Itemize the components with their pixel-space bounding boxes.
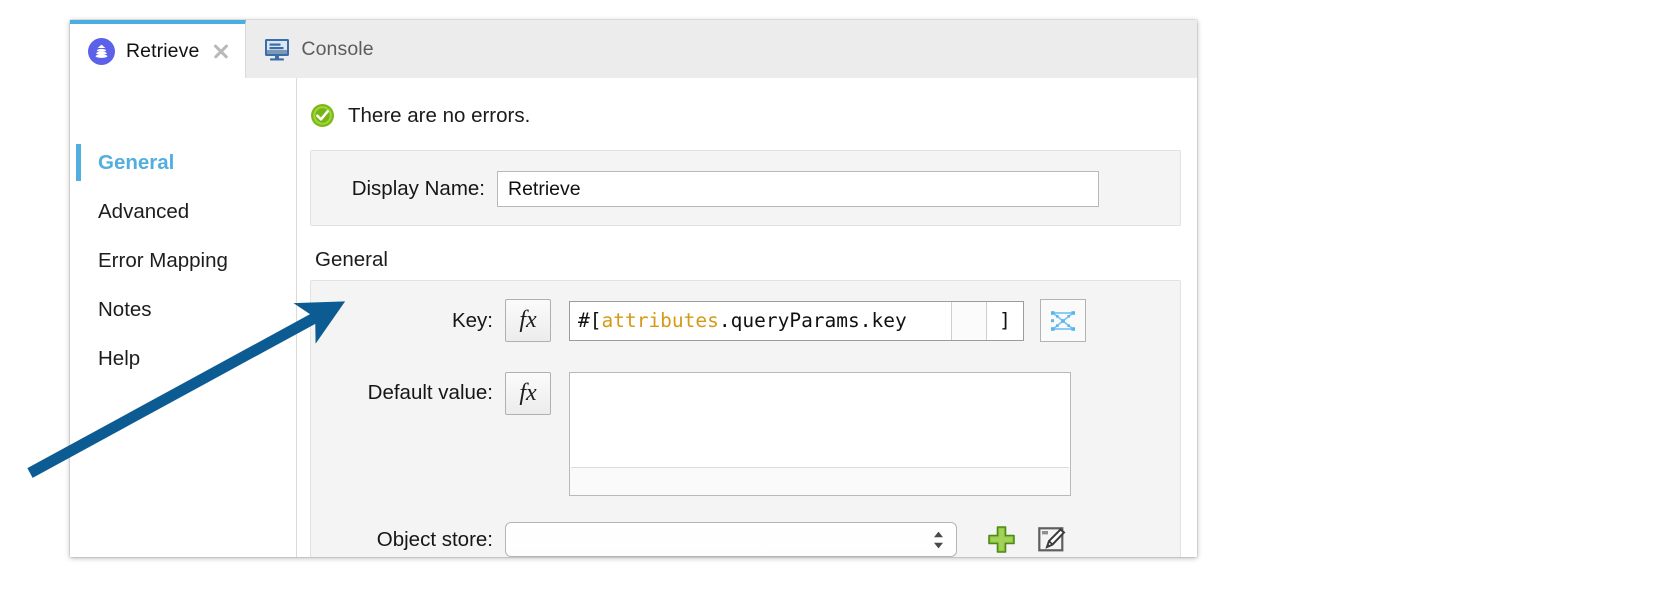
check-circle-icon [311, 104, 334, 127]
expr-suffix: ] [986, 301, 1023, 340]
edit-icon[interactable] [1038, 526, 1066, 553]
status-message: There are no errors. [310, 103, 1197, 128]
default-value-fx-button[interactable]: fx [505, 372, 551, 415]
display-name-value: Retrieve [508, 177, 581, 200]
tab-retrieve-label: Retrieve [126, 39, 200, 62]
tab-retrieve[interactable]: Retrieve [70, 20, 247, 78]
object-store-row: Object store: [311, 522, 1180, 557]
default-value-label: Default value: [367, 381, 493, 404]
dataweave-button[interactable] [1040, 299, 1086, 342]
sidebar-item-help[interactable]: Help [70, 334, 296, 383]
tab-console-label: Console [301, 37, 374, 60]
display-name-panel: Display Name: Retrieve [310, 150, 1181, 226]
object-store-label: Object store: [376, 527, 493, 551]
plus-icon[interactable] [987, 525, 1016, 554]
sidebar-item-label: Advanced [98, 199, 190, 223]
properties-window: Retrieve Console General Advanced Error … [70, 20, 1197, 557]
sidebar-item-label: Help [98, 346, 141, 370]
dataweave-icon [1051, 310, 1075, 331]
sidebar-item-notes[interactable]: Notes [70, 285, 296, 334]
sidebar: General Advanced Error Mapping Notes Hel… [70, 78, 297, 557]
sidebar-item-label: Error Mapping [98, 248, 228, 272]
expr-prefix: #[ [578, 309, 602, 332]
sidebar-item-label: Notes [98, 297, 152, 321]
close-icon[interactable] [211, 41, 231, 61]
default-value-row: Default value: fx [311, 372, 1180, 496]
general-panel: Key: fx #[attributes.queryParams.key ] [310, 280, 1181, 557]
default-value-text [571, 374, 1069, 468]
screenshot-root: Retrieve Console General Advanced Error … [0, 0, 1656, 608]
content-pane: There are no errors. Display Name: Retri… [297, 78, 1197, 557]
general-section-title: General [315, 248, 388, 271]
expr-token: attributes [601, 309, 719, 332]
display-name-label: Display Name: [351, 177, 485, 200]
sidebar-item-general[interactable]: General [70, 138, 296, 187]
sidebar-item-error-mapping[interactable]: Error Mapping [70, 236, 296, 285]
sidebar-item-label: General [98, 150, 175, 174]
retrieve-icon [88, 37, 115, 65]
tab-console[interactable]: Console [246, 20, 387, 78]
display-name-input[interactable]: Retrieve [497, 171, 1099, 207]
status-text: There are no errors. [348, 103, 531, 127]
tab-strip: Retrieve Console [70, 20, 1197, 79]
key-expression-text: #[attributes .queryParams.key [570, 302, 951, 340]
display-name-row: Display Name: Retrieve [311, 171, 1180, 207]
expr-spacer [951, 301, 986, 340]
sidebar-item-advanced[interactable]: Advanced [70, 187, 296, 236]
default-value-textarea[interactable] [569, 372, 1071, 496]
key-row: Key: fx #[attributes .queryParams.key ] [311, 299, 1180, 342]
expr-rest: .queryParams.key [718, 309, 907, 332]
chevron-up-down-icon [934, 531, 943, 548]
key-fx-button[interactable]: fx [505, 299, 551, 342]
object-store-select[interactable] [505, 522, 957, 557]
console-icon [265, 38, 290, 60]
key-label: Key: [451, 308, 493, 332]
window-body: General Advanced Error Mapping Notes Hel… [70, 78, 1197, 557]
default-value-footer [570, 468, 1070, 495]
key-expression-input[interactable]: #[attributes .queryParams.key ] [569, 300, 1024, 341]
